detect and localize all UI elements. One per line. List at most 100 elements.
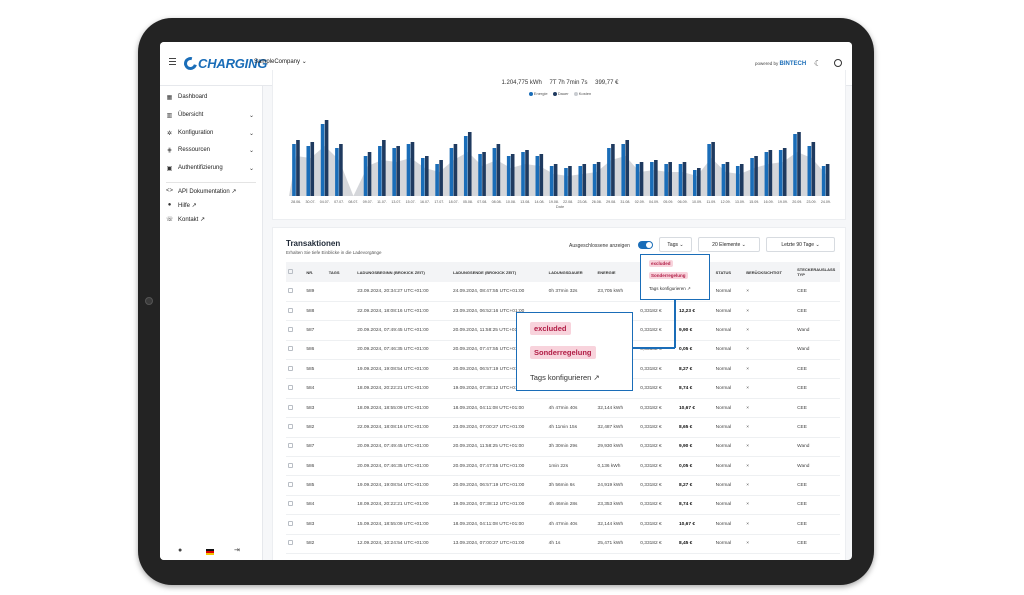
- bar-energie[interactable]: [521, 152, 525, 196]
- bar-dauer[interactable]: [639, 162, 644, 196]
- table-row[interactable]: 587 20.09.2024, 07:49:45 UTC+01:00 20.09.2…: [286, 437, 840, 458]
- row-checkbox[interactable]: [288, 462, 293, 468]
- bar-energie[interactable]: [750, 158, 754, 196]
- tag-option-sonderregelung[interactable]: Sonderregelung: [649, 272, 688, 279]
- bar-energie[interactable]: [607, 148, 611, 196]
- bar-energie[interactable]: [392, 148, 396, 196]
- bar-energie[interactable]: [778, 150, 783, 196]
- bar-energie[interactable]: [406, 144, 411, 196]
- company-selector[interactable]: SampleCompany ⌄: [254, 58, 307, 65]
- bar-energie[interactable]: [292, 144, 296, 196]
- table-row[interactable]: 585 19.09.2024, 19:08:54 UTC+01:00 20.09.2…: [286, 475, 840, 496]
- bar-dauer[interactable]: [725, 162, 730, 196]
- row-checkbox[interactable]: [288, 443, 293, 449]
- bar-dauer[interactable]: [439, 160, 443, 196]
- table-row[interactable]: 589 23.09.2024, 20:34:27 UTC+01:00 24.09.2…: [286, 282, 840, 302]
- row-checkbox[interactable]: [288, 482, 293, 488]
- tag-option-sonderregelung[interactable]: Sonderregelung: [530, 346, 596, 359]
- bar-dauer[interactable]: [682, 162, 687, 196]
- bar-dauer[interactable]: [310, 142, 315, 196]
- bar-energie[interactable]: [463, 136, 468, 196]
- bar-energie[interactable]: [693, 170, 697, 196]
- bar-energie[interactable]: [621, 144, 626, 196]
- column-header-connector[interactable]: STECKERAUSLASS TYP: [795, 262, 840, 282]
- bar-dauer[interactable]: [382, 140, 386, 196]
- bar-energie[interactable]: [578, 166, 583, 196]
- bar-energie[interactable]: [635, 164, 640, 196]
- tag-option-excluded[interactable]: excluded: [530, 322, 571, 335]
- bar-energie[interactable]: [721, 164, 726, 196]
- period-button[interactable]: Letzte 90 Tage ⌄: [766, 237, 835, 252]
- bar-dauer[interactable]: [296, 140, 300, 196]
- bar-dauer[interactable]: [525, 150, 529, 196]
- table-row[interactable]: 584 18.09.2024, 20:22:21 UTC+01:00 19.09.2…: [286, 495, 840, 516]
- bar-energie[interactable]: [592, 164, 597, 196]
- row-checkbox[interactable]: [288, 346, 293, 352]
- bar-energie[interactable]: [735, 166, 740, 196]
- bar-energie[interactable]: [793, 134, 797, 196]
- table-row[interactable]: 582 22.09.2024, 18:08:16 UTC+01:00 23.09.2…: [286, 417, 840, 438]
- row-checkbox[interactable]: [288, 423, 293, 429]
- column-header-status[interactable]: STATUS: [713, 262, 745, 282]
- bar-energie[interactable]: [478, 154, 482, 196]
- bar-energie[interactable]: [435, 164, 439, 196]
- sidebar-item-konfiguration[interactable]: ✲ Konfiguration ⌄: [166, 128, 258, 138]
- german-flag-icon[interactable]: [206, 549, 214, 555]
- bar-energie[interactable]: [807, 146, 812, 196]
- table-row[interactable]: 586 20.09.2024, 07:46:35 UTC+01:00 20.09.2…: [286, 456, 840, 477]
- row-checkbox[interactable]: [288, 287, 293, 293]
- bar-dauer[interactable]: [811, 142, 816, 196]
- bar-dauer[interactable]: [596, 162, 601, 196]
- row-checkbox[interactable]: [288, 540, 293, 546]
- user-icon[interactable]: [834, 59, 842, 67]
- sidebar-item-ressourcen[interactable]: ⋕ Ressourcen ⌄: [166, 145, 258, 155]
- column-header-nr[interactable]: NR.: [304, 262, 327, 282]
- bar-energie[interactable]: [492, 148, 497, 196]
- row-checkbox[interactable]: [288, 326, 293, 332]
- bar-dauer[interactable]: [324, 120, 329, 196]
- bar-energie[interactable]: [306, 146, 311, 196]
- bar-dauer[interactable]: [711, 142, 715, 196]
- bar-dauer[interactable]: [367, 152, 372, 196]
- bar-energie[interactable]: [664, 164, 668, 196]
- sidebar-item-kontakt[interactable]: ☏ Kontakt ↗: [166, 214, 258, 224]
- sidebar-item-authentifizierung[interactable]: ▣ Authentifizierung ⌄: [166, 163, 258, 173]
- column-header-energy[interactable]: ENERGIE: [595, 262, 639, 282]
- table-row[interactable]: 582 12.09.2024, 10:24:54 UTC+01:00 13.09.2…: [286, 534, 840, 554]
- row-checkbox[interactable]: [288, 501, 293, 507]
- bar-dauer[interactable]: [453, 144, 458, 196]
- bar-dauer[interactable]: [697, 168, 701, 196]
- bar-dauer[interactable]: [668, 162, 672, 196]
- bar-dauer[interactable]: [625, 140, 630, 196]
- bar-energie[interactable]: [564, 168, 568, 196]
- row-checkbox[interactable]: [288, 307, 293, 313]
- logout-icon[interactable]: ⇥: [234, 546, 240, 554]
- bar-energie[interactable]: [535, 156, 540, 196]
- bar-dauer[interactable]: [754, 156, 758, 196]
- sidebar-item-api-docs[interactable]: <> API Dokumentation ↗: [166, 186, 258, 196]
- table-row[interactable]: 583 18.09.2024, 18:55:09 UTC+01:00 18.09.2…: [286, 398, 840, 419]
- bar-dauer[interactable]: [467, 132, 472, 196]
- bar-dauer[interactable]: [739, 164, 744, 196]
- configure-tags-link[interactable]: Tags konfigurieren ↗: [649, 286, 691, 292]
- bar-dauer[interactable]: [425, 156, 429, 196]
- bar-dauer[interactable]: [797, 132, 801, 196]
- bar-energie[interactable]: [707, 144, 711, 196]
- bar-dauer[interactable]: [768, 150, 773, 196]
- sidebar-item-uebersicht[interactable]: ▥ Übersicht ⌄: [166, 110, 258, 120]
- column-header-start[interactable]: LADUNGSBEGINN (BROKICK ZEIT): [355, 262, 451, 282]
- show-excluded-toggle[interactable]: [638, 241, 653, 249]
- bar-energie[interactable]: [678, 164, 683, 196]
- bar-energie[interactable]: [764, 152, 769, 196]
- bar-energie[interactable]: [821, 166, 826, 196]
- bar-energie[interactable]: [650, 162, 654, 196]
- bar-energie[interactable]: [378, 146, 382, 196]
- column-header-duration[interactable]: LADUNGSDAUER: [546, 262, 596, 282]
- tags-filter-button[interactable]: Tags ⌄: [659, 237, 692, 252]
- bar-dauer[interactable]: [510, 154, 515, 196]
- bar-dauer[interactable]: [496, 144, 501, 196]
- row-checkbox[interactable]: [288, 385, 293, 391]
- sidebar-item-hilfe[interactable]: ● Hilfe ↗: [166, 200, 258, 210]
- bar-dauer[interactable]: [782, 148, 787, 196]
- bar-dauer[interactable]: [611, 144, 615, 196]
